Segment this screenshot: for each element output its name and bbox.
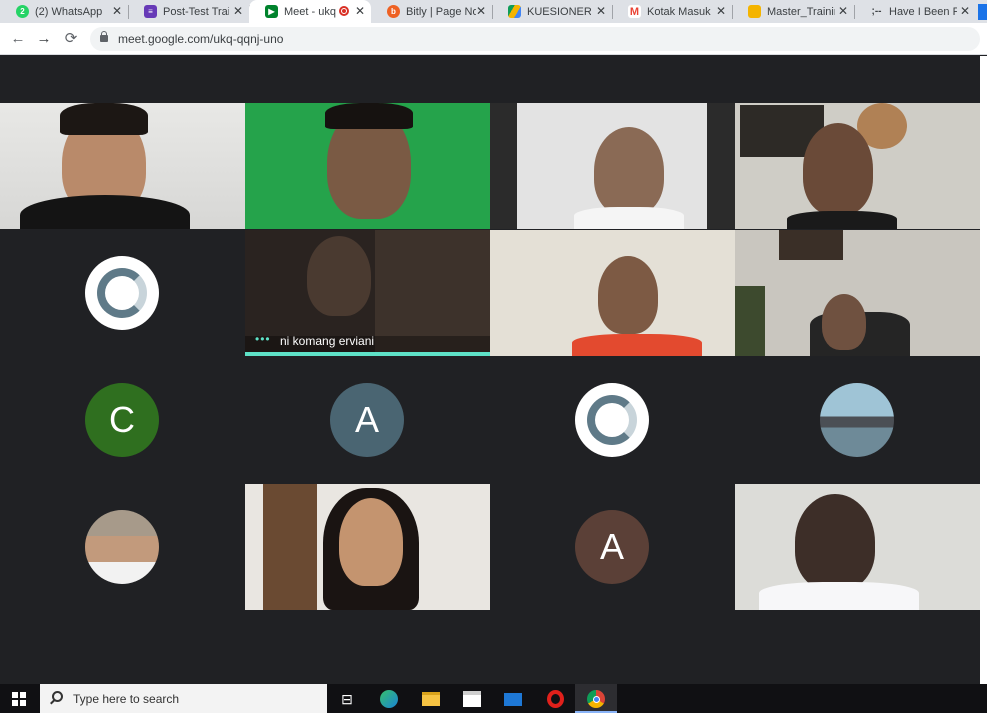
video-tile[interactable] [0,103,245,229]
right-edge [980,56,987,684]
carved-door [263,484,317,610]
participant-face [339,498,403,586]
extra-tab-icon[interactable] [978,4,987,20]
participant-face [822,294,866,350]
photo-avatar [85,510,159,584]
speaking-dots-icon: ••• [255,332,271,346]
participant-tile[interactable]: A [245,357,490,483]
address-bar: ← → ⟳ meet.google.com/ukq-qqnj-uno [0,23,987,55]
slides-icon [748,5,761,18]
video-tile[interactable] [735,230,980,356]
close-tab-icon[interactable]: ✕ [112,4,122,18]
participant-face [803,123,873,215]
video-tile[interactable] [490,230,735,356]
avatar-a: A [330,383,404,457]
speaking-indicator-bar [245,352,490,356]
tab-bitly[interactable]: b Bitly | Page Not ✕ [371,0,493,23]
close-tab-icon[interactable]: ✕ [355,4,365,18]
video-tile[interactable] [245,103,490,229]
participant-shirt [20,195,190,229]
reload-button[interactable]: ⟳ [61,29,81,49]
close-tab-icon[interactable]: ✕ [716,4,726,18]
participant-hair [325,103,413,129]
whatsapp-icon: 2 [16,5,29,18]
close-tab-icon[interactable]: ✕ [960,4,970,18]
participant-shirt [759,582,919,610]
video-tile-speaking[interactable]: ••• ni komang erviani [245,230,490,356]
channel-logo-avatar [85,256,159,330]
participant-tile[interactable]: A [490,484,735,610]
search-placeholder: Type here to search [73,692,180,706]
video-tile[interactable] [245,484,490,610]
close-tab-icon[interactable]: ✕ [476,4,486,18]
gmail-icon: M [628,5,641,18]
participant-shirt [572,334,702,356]
meet-icon: ▶ [265,5,278,18]
task-view-icon[interactable]: ⊟ [336,688,358,710]
mail-icon[interactable] [502,688,524,710]
drive-icon [508,5,521,18]
participant-face [795,494,875,590]
participant-tile[interactable] [0,230,245,356]
taskbar-search[interactable]: Type here to search [40,684,327,713]
photo-avatar [820,383,894,457]
tab-whatsapp[interactable]: 2 (2) WhatsApp ✕ [0,0,129,23]
tab-hibp[interactable]: ;-- Have I Been Pw ✕ [854,0,976,23]
meet-grid: ••• ni komang erviani C A A [0,56,980,684]
participant-tile[interactable]: C [0,357,245,483]
tab-meet[interactable]: ▶ Meet - ukq ✕ [249,0,371,23]
participant-shirt [574,207,684,229]
close-tab-icon[interactable]: ✕ [596,4,606,18]
back-button[interactable]: ← [8,29,28,49]
video-tile[interactable] [490,103,735,229]
participant-face [598,256,658,334]
tab-kuesioner[interactable]: KUESIONER RIS ✕ [492,0,613,23]
wall-picture [779,230,843,260]
close-tab-icon[interactable]: ✕ [838,4,848,18]
participant-hair [60,103,148,135]
edge-icon[interactable] [378,688,400,710]
tab-post-test[interactable]: ≡ Post-Test Traini ✕ [128,0,250,23]
video-tile[interactable] [735,484,980,610]
participant-shirt [787,211,897,229]
close-tab-icon[interactable]: ✕ [233,4,243,18]
logo-swirl-icon [587,395,637,445]
logo-swirl-icon [97,268,147,318]
avatar-c: C [85,383,159,457]
store-icon[interactable] [461,688,483,710]
video-tile[interactable] [735,103,980,229]
url-field[interactable]: meet.google.com/ukq-qqnj-uno [90,27,980,51]
participant-face [594,127,664,215]
lock-icon [100,31,108,42]
channel-logo-avatar [575,383,649,457]
url-text: meet.google.com/ukq-qqnj-uno [118,32,284,46]
recording-indicator-icon [339,6,349,16]
participant-tile[interactable] [735,357,980,483]
windows-taskbar: Type here to search ⊟ [0,684,987,713]
forms-icon: ≡ [144,5,157,18]
participant-name: ni komang erviani [280,334,375,348]
search-icon [52,691,63,702]
avatar-a: A [575,510,649,584]
plant [735,286,765,356]
bitly-icon: b [387,5,400,18]
tab-strip: 2 (2) WhatsApp ✕ ≡ Post-Test Traini ✕ ▶ … [0,0,987,23]
forward-button[interactable]: → [34,29,54,49]
participant-tile[interactable] [490,357,735,483]
tab-master-training[interactable]: Master_Training ✕ [732,0,855,23]
tab-gmail[interactable]: M Kotak Masuk (5 ✕ [612,0,733,23]
participant-tile[interactable] [0,484,245,610]
chrome-icon[interactable] [585,688,607,710]
opera-icon[interactable] [544,688,566,710]
participant-face [307,236,371,316]
file-explorer-icon[interactable] [420,688,442,710]
start-icon[interactable] [12,692,26,706]
hibp-icon: ;-- [871,6,882,17]
